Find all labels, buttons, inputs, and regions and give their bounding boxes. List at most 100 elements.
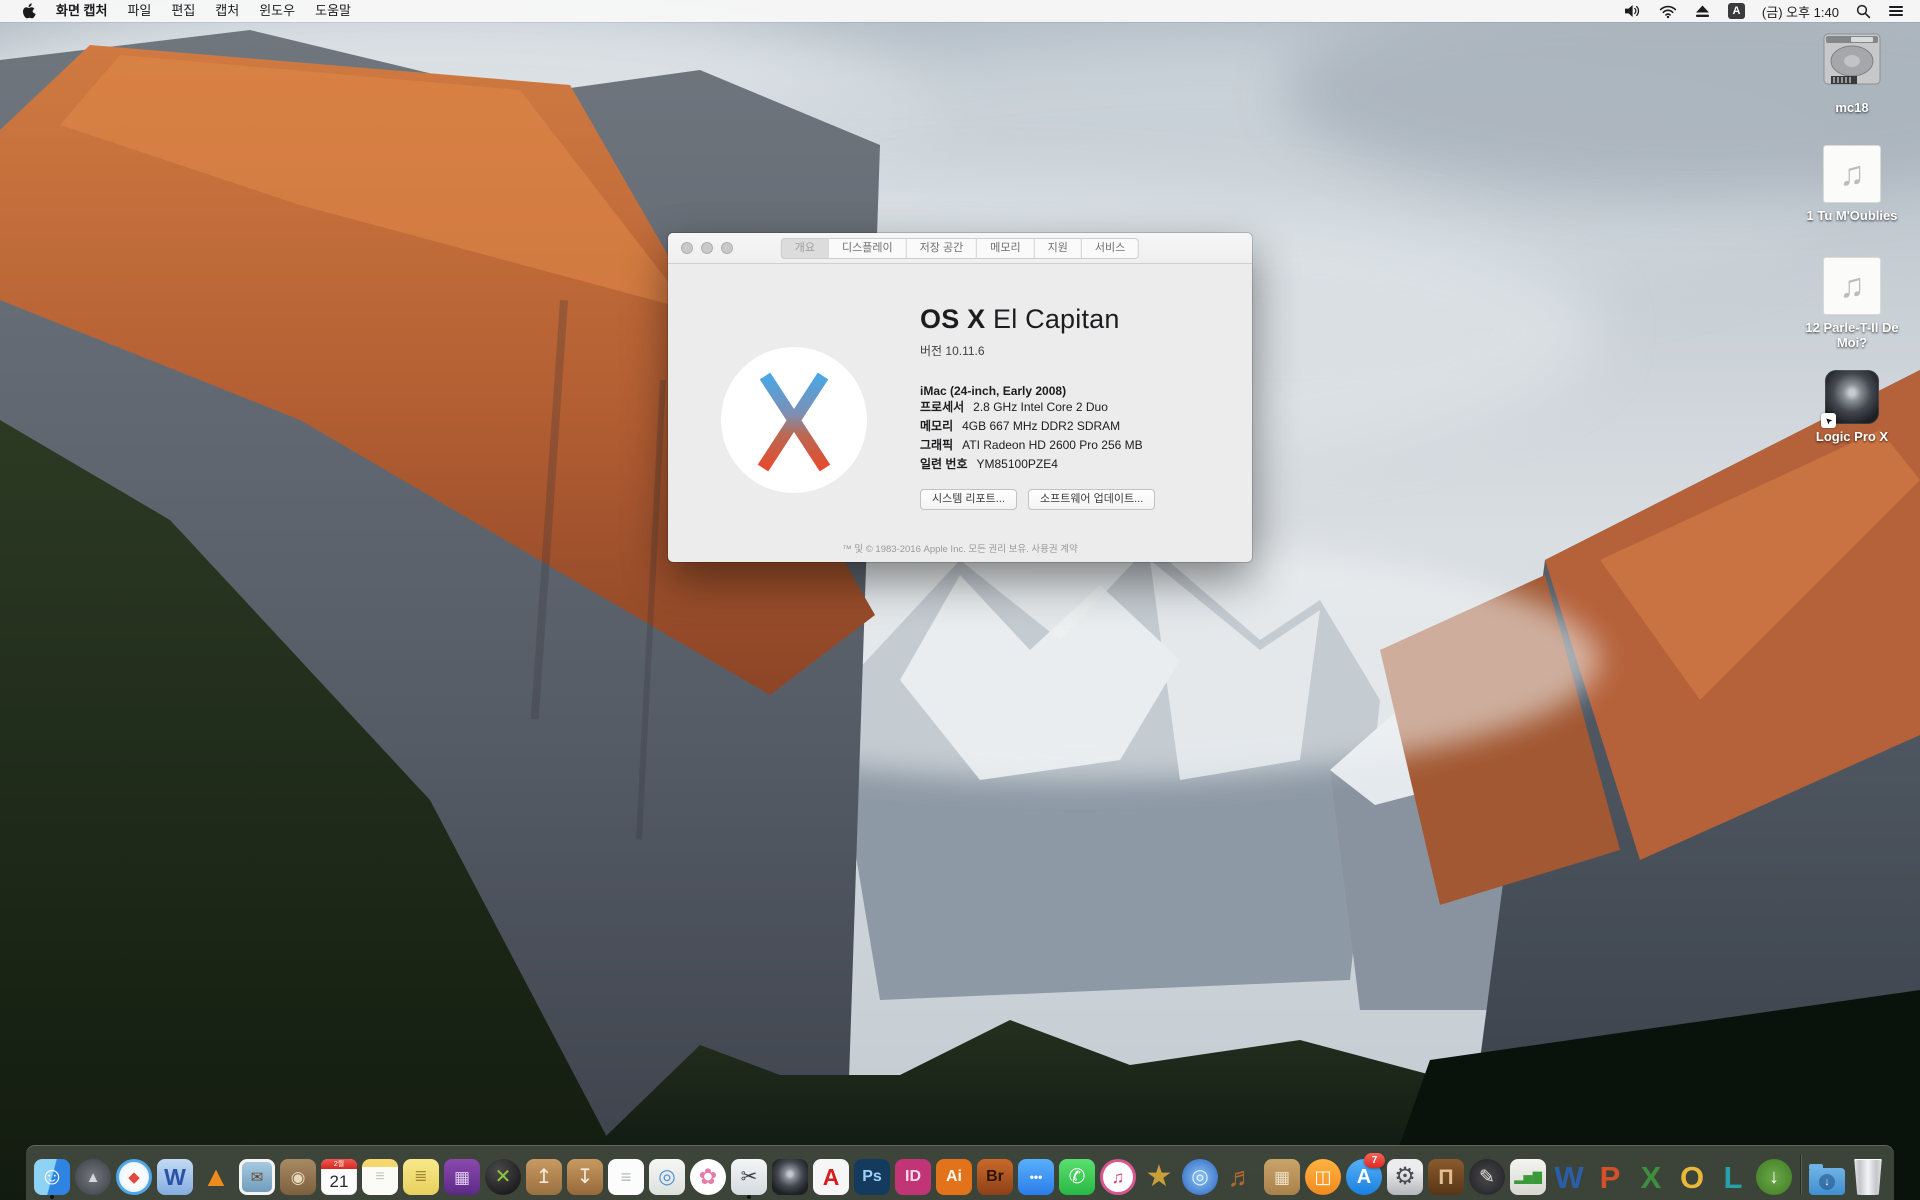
os-x-logo bbox=[720, 346, 868, 499]
preview[interactable]: ◎ bbox=[648, 1157, 686, 1195]
contacts[interactable]: ◉ bbox=[279, 1157, 317, 1195]
logic-pro-tile bbox=[772, 1159, 808, 1195]
notes[interactable]: ≡ bbox=[361, 1157, 399, 1195]
eject-icon[interactable] bbox=[1690, 0, 1715, 22]
software-update-button[interactable]: 소프트웨어 업데이트... bbox=[1028, 489, 1155, 510]
excel[interactable]: X bbox=[1632, 1157, 1670, 1195]
messages[interactable]: ••• bbox=[1017, 1157, 1055, 1195]
system-preferences[interactable]: ⚙ bbox=[1386, 1157, 1424, 1195]
logic-pro-x-alias[interactable]: ➤Logic Pro X bbox=[1792, 370, 1912, 444]
facetime[interactable]: ✆ bbox=[1058, 1157, 1096, 1195]
reminders[interactable]: ≡ bbox=[607, 1157, 645, 1195]
audio-file-2[interactable]: ♫12 Parle-T-Il De Moi? bbox=[1792, 257, 1912, 350]
tab-1[interactable]: 디스플레이 bbox=[829, 238, 907, 259]
pages-09[interactable]: ✎ bbox=[1468, 1157, 1506, 1195]
lync[interactable]: L bbox=[1714, 1157, 1752, 1195]
pinboard-app[interactable]: ▦ bbox=[1263, 1157, 1301, 1195]
downloads-folder[interactable]: ↓ bbox=[1808, 1157, 1846, 1195]
keynote-09-tile: Π bbox=[1428, 1159, 1464, 1195]
tab-5[interactable]: 서비스 bbox=[1082, 238, 1139, 259]
illustrator[interactable]: Ai bbox=[935, 1157, 973, 1195]
imovie[interactable]: ★ bbox=[1140, 1157, 1178, 1195]
tab-2[interactable]: 저장 공간 bbox=[907, 238, 978, 259]
idvd[interactable]: ◎ bbox=[1181, 1157, 1219, 1195]
dock-separator bbox=[1800, 1155, 1801, 1195]
minimize-button[interactable] bbox=[701, 242, 713, 254]
ibooks-tile: ◫ bbox=[1305, 1159, 1341, 1195]
keynote-09[interactable]: Π bbox=[1427, 1157, 1465, 1195]
app-store[interactable]: A7 bbox=[1345, 1157, 1383, 1195]
spec-value: ATI Radeon HD 2600 Pro 256 MB bbox=[962, 436, 1143, 455]
ms-autoupdate[interactable]: ↓ bbox=[1755, 1157, 1793, 1195]
itunes-tile: ♫ bbox=[1100, 1159, 1136, 1195]
bridge[interactable]: Br bbox=[976, 1157, 1014, 1195]
menu-item-5[interactable]: 도움말 bbox=[305, 0, 361, 22]
mail[interactable]: ✉ bbox=[238, 1157, 276, 1195]
menu-item-3[interactable]: 캡처 bbox=[205, 0, 249, 22]
acrobat[interactable]: A bbox=[812, 1157, 850, 1195]
system-report-button[interactable]: 시스템 리포트... bbox=[920, 489, 1017, 510]
tab-3[interactable]: 메모리 bbox=[977, 238, 1034, 259]
audio-file-1[interactable]: ♫1 Tu M'Oublies bbox=[1792, 145, 1912, 223]
pages-09-glyph: ✎ bbox=[1479, 1168, 1495, 1187]
photo-case-app-tile: ▦ bbox=[444, 1159, 480, 1195]
spotlight-icon[interactable] bbox=[1851, 0, 1876, 22]
photos[interactable]: ✿ bbox=[689, 1157, 727, 1195]
numbers-09[interactable]: ▂▅▇ bbox=[1509, 1157, 1547, 1195]
mail-glyph: ✉ bbox=[251, 1170, 264, 1185]
zoom-button[interactable] bbox=[721, 242, 733, 254]
outlook[interactable]: O bbox=[1673, 1157, 1711, 1195]
trash[interactable] bbox=[1849, 1157, 1887, 1195]
itunes-glyph: ♫ bbox=[1112, 1169, 1125, 1186]
menu-item-0[interactable]: 화면 캡처 bbox=[46, 0, 117, 22]
stuffit-dropstuff-tile: ↧ bbox=[567, 1159, 603, 1195]
ibooks[interactable]: ◫ bbox=[1304, 1157, 1342, 1195]
menu-item-1[interactable]: 파일 bbox=[117, 0, 161, 22]
garageband[interactable]: ♬ bbox=[1222, 1157, 1260, 1195]
powerpoint[interactable]: P bbox=[1591, 1157, 1629, 1195]
apple-menu[interactable] bbox=[12, 3, 46, 19]
acrobat-tile: A bbox=[813, 1159, 849, 1195]
downloads-folder-tile: ↓ bbox=[1809, 1168, 1845, 1195]
calendar[interactable]: 2월21 bbox=[320, 1157, 358, 1195]
stuffit-dropstuff[interactable]: ↧ bbox=[566, 1157, 604, 1195]
calendar-tile: 2월21 bbox=[321, 1159, 357, 1195]
notification-center-icon[interactable] bbox=[1884, 0, 1908, 22]
os-version: 버전 10.11.6 bbox=[920, 342, 1240, 359]
desktop-icon-label: 1 Tu M'Oublies bbox=[1807, 208, 1898, 223]
running-indicator bbox=[50, 1195, 54, 1199]
indesign[interactable]: ID bbox=[894, 1157, 932, 1195]
word[interactable]: W bbox=[1550, 1157, 1588, 1195]
photos-tile: ✿ bbox=[690, 1159, 726, 1195]
safari-glyph: ◆ bbox=[128, 1170, 140, 1185]
lync-glyph: L bbox=[1724, 1162, 1743, 1193]
close-button[interactable] bbox=[681, 242, 693, 254]
logic-pro[interactable] bbox=[771, 1157, 809, 1195]
stickies[interactable]: ≣ bbox=[402, 1157, 440, 1195]
photo-case-app[interactable]: ▦ bbox=[443, 1157, 481, 1195]
vlc[interactable]: ▲ bbox=[197, 1157, 235, 1195]
quarkxpress[interactable]: ✕ bbox=[484, 1157, 522, 1195]
wifi-icon[interactable] bbox=[1654, 0, 1682, 22]
notes-glyph: ≡ bbox=[375, 1169, 384, 1185]
menubar-clock[interactable]: (금) 오후 1:40 bbox=[1758, 2, 1843, 21]
volume-icon[interactable] bbox=[1619, 0, 1646, 22]
w-globe-app[interactable]: W bbox=[156, 1157, 194, 1195]
tab-0[interactable]: 개요 bbox=[781, 238, 829, 259]
menu-item-2[interactable]: 편집 bbox=[161, 0, 205, 22]
messages-glyph: ••• bbox=[1030, 1171, 1043, 1183]
photo-case-app-glyph: ▦ bbox=[454, 1169, 470, 1186]
mc18-disk[interactable]: mc18 bbox=[1792, 32, 1912, 115]
finder[interactable]: ☺ bbox=[33, 1157, 71, 1195]
launchpad[interactable]: ▲ bbox=[74, 1157, 112, 1195]
photoshop[interactable]: Ps bbox=[853, 1157, 891, 1195]
menu-item-4[interactable]: 윈도우 bbox=[249, 0, 305, 22]
itunes[interactable]: ♫ bbox=[1099, 1157, 1137, 1195]
tab-4[interactable]: 지원 bbox=[1035, 238, 1082, 259]
input-source-badge[interactable]: A bbox=[1723, 0, 1750, 22]
stuffit-expander[interactable]: ↥ bbox=[525, 1157, 563, 1195]
safari[interactable]: ◆ bbox=[115, 1157, 153, 1195]
keynote-09-glyph: Π bbox=[1438, 1167, 1453, 1188]
window-titlebar[interactable]: 개요디스플레이저장 공간메모리지원서비스 bbox=[668, 233, 1252, 264]
grab-screen-capture[interactable]: ✂ bbox=[730, 1157, 768, 1195]
